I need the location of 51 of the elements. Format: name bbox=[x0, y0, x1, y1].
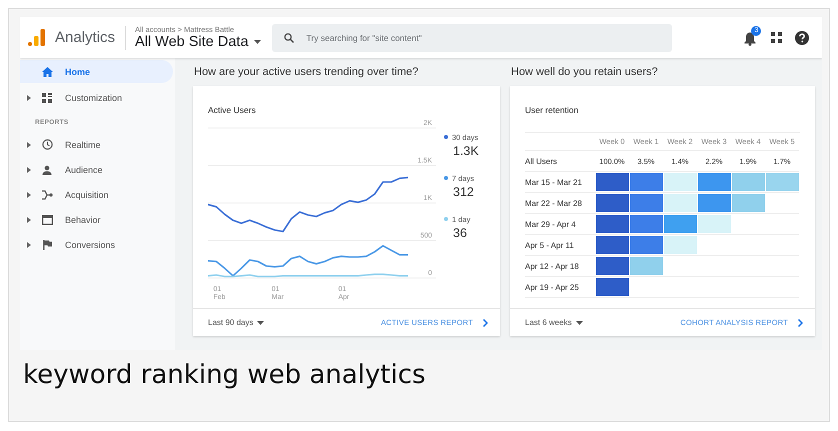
caret-icon bbox=[27, 216, 31, 222]
caret-icon bbox=[27, 166, 31, 172]
row-label: Apr 19 - Apr 25 bbox=[525, 277, 595, 298]
product-name: Analytics bbox=[55, 29, 116, 46]
apps-icon[interactable] bbox=[771, 32, 782, 43]
home-icon bbox=[42, 66, 52, 76]
metric-value: 312 bbox=[452, 185, 475, 201]
nav-item[interactable]: Acquisition bbox=[20, 182, 173, 207]
nav-item[interactable]: Home bbox=[20, 60, 173, 83]
caret-icon bbox=[27, 94, 31, 100]
help-icon[interactable] bbox=[795, 30, 810, 44]
section-question: How are your active users trending over time? bbox=[194, 66, 420, 80]
caret-icon bbox=[27, 142, 31, 148]
card-title: User retention bbox=[525, 105, 578, 115]
nav-item[interactable]: Audience bbox=[20, 157, 173, 182]
row-label: Mar 15 - Mar 21 bbox=[525, 172, 595, 193]
bell-icon[interactable] bbox=[744, 32, 756, 46]
nav-item[interactable]: Realtime bbox=[20, 132, 173, 157]
search-bar[interactable]: Try searching for "site content" bbox=[272, 24, 672, 52]
date-range-selector[interactable]: Last 90 days bbox=[208, 318, 264, 327]
row-label: All Users bbox=[525, 151, 595, 172]
fork-icon bbox=[42, 190, 52, 200]
row-label: Mar 22 - Mar 28 bbox=[525, 193, 595, 214]
window-icon bbox=[42, 214, 52, 224]
metric-value: 1.3K bbox=[452, 144, 479, 160]
date-range-selector[interactable]: Last 6 weeks bbox=[525, 318, 583, 327]
dropdown-icon bbox=[254, 40, 262, 44]
chevron-icon bbox=[798, 318, 803, 326]
nav-item[interactable]: Conversions bbox=[20, 232, 173, 257]
caption: keyword ranking web analytics bbox=[23, 360, 427, 390]
nav-item[interactable]: Customization bbox=[20, 85, 173, 110]
caret-icon bbox=[27, 192, 31, 198]
caret-icon bbox=[27, 242, 31, 248]
dropdown-icon bbox=[257, 320, 264, 324]
grid-icon bbox=[42, 92, 52, 102]
person-icon bbox=[42, 164, 52, 174]
clock-icon bbox=[42, 139, 52, 150]
section-question: How well do you retain users? bbox=[511, 66, 659, 80]
flag-icon bbox=[42, 240, 52, 250]
row-label: Apr 12 - Apr 18 bbox=[525, 256, 595, 277]
search-icon bbox=[284, 32, 294, 42]
row-label: Apr 5 - Apr 11 bbox=[525, 235, 595, 256]
dropdown-icon bbox=[576, 320, 583, 324]
chevron-icon bbox=[483, 318, 488, 326]
nav-item[interactable]: Behavior bbox=[20, 207, 173, 232]
property-selector[interactable]: All Web Site Data bbox=[135, 34, 262, 50]
card-title: Active Users bbox=[208, 105, 256, 115]
metric-value: 36 bbox=[452, 226, 468, 242]
search-input[interactable]: Try searching for "site content" bbox=[306, 32, 646, 42]
analytics-logo-icon bbox=[28, 28, 46, 46]
row-label: Mar 29 - Apr 4 bbox=[525, 214, 595, 235]
